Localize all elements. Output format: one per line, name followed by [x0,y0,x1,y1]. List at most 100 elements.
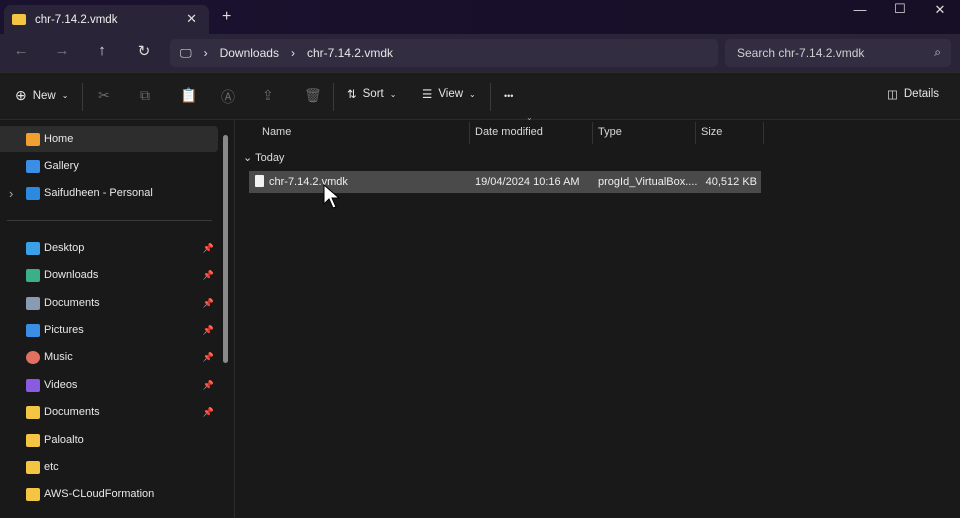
sidebar-item-desktop[interactable]: Desktop 📌 [0,235,218,261]
document-icon [26,297,40,310]
sidebar-item-home[interactable]: Home [0,126,218,152]
pin-icon[interactable]: 📌 [203,243,214,254]
column-header-size[interactable]: Size [701,120,722,144]
chevron-down-icon: ⌄ [469,90,476,99]
plus-circle-icon: ⊕ [15,87,27,104]
pin-icon[interactable]: 📌 [203,380,214,391]
sort-label: Sort [363,88,384,100]
search-icon: ⌕ [934,45,941,60]
copy-icon[interactable]: ⧉ [140,87,150,104]
view-label: View [438,88,463,100]
details-label: Details [904,88,939,100]
sort-indicator-icon: ⌄ [526,113,533,122]
delete-icon[interactable]: 🗑 [304,87,322,104]
download-icon [26,269,40,282]
search-placeholder: Search chr-7.14.2.vmdk [737,46,864,60]
column-header-type[interactable]: Type [598,120,622,144]
tab-title: chr-7.14.2.vmdk [35,14,117,26]
sidebar-item-paloalto[interactable]: Paloalto [0,427,218,453]
sidebar-item-label: Videos [44,379,77,391]
share-icon[interactable]: ⇪ [262,87,274,104]
navigation-bar: ← → ↑ ↻ 🖵 › Downloads › chr-7.14.2.vmdk … [0,34,960,72]
chevron-down-icon: ⌄ [390,90,397,99]
folder-icon [12,14,26,25]
view-button[interactable]: ☰ View ⌄ [422,87,476,101]
sort-button[interactable]: ⇅ Sort ⌄ [347,87,396,101]
pictures-icon [26,324,40,337]
folder-icon [26,434,40,447]
breadcrumb-downloads[interactable]: Downloads [220,46,279,60]
file-date: 19/04/2024 10:16 AM [475,176,580,188]
address-bar[interactable]: 🖵 › Downloads › chr-7.14.2.vmdk [170,39,718,67]
cut-icon[interactable]: ✂ [98,87,110,104]
mouse-cursor-icon [323,184,341,210]
back-button[interactable]: ← [9,42,33,59]
pin-icon[interactable]: 📌 [203,325,214,336]
sidebar-item-music[interactable]: Music 📌 [0,344,218,370]
sidebar-item-label: AWS-CLoudFormation [44,488,154,500]
chevron-right-icon: › [204,46,208,60]
folder-icon [26,488,40,501]
maximize-button[interactable]: ☐ [885,1,915,17]
new-button[interactable]: ⊕ New ⌄ [15,87,68,104]
expand-chevron-icon[interactable]: › [9,186,13,201]
chevron-down-icon: ⌄ [243,152,255,164]
sidebar-item-documents[interactable]: Documents 📌 [0,290,218,316]
tab-active[interactable]: chr-7.14.2.vmdk ✕ [4,5,209,34]
sidebar-item-label: Downloads [44,269,98,281]
sidebar-item-label: Pictures [44,324,84,336]
sidebar-item-gallery[interactable]: Gallery [0,153,218,179]
forward-button[interactable]: → [50,42,74,59]
sidebar-item-label: Documents [44,297,100,309]
file-icon [255,175,264,187]
pin-icon[interactable]: 📌 [203,270,214,281]
sidebar-item-label: Documents [44,406,100,418]
sidebar-item-downloads[interactable]: Downloads 📌 [0,262,218,288]
details-button[interactable]: ◫ Details [887,87,939,101]
chevron-right-icon: › [291,46,295,60]
pin-icon[interactable]: 📌 [203,352,214,363]
sidebar-item-label: Desktop [44,242,84,254]
group-header-today[interactable]: ⌄ Today [243,151,284,164]
view-icon: ☰ [422,87,432,101]
sort-icon: ⇅ [347,87,357,101]
sidebar-item-label: Paloalto [44,434,84,446]
new-tab-button[interactable]: + [222,8,231,26]
sidebar-scrollbar[interactable] [223,135,228,363]
details-pane-icon: ◫ [887,87,898,101]
command-bar: ⊕ New ⌄ ✂ ⧉ 📋 Ⓐ ⇪ 🗑 ⇅ Sort ⌄ ☰ View ⌄ ••• ◫ Det… [0,72,960,120]
home-icon [26,133,40,146]
sidebar-item-label: Home [44,133,73,145]
search-input[interactable]: Search chr-7.14.2.vmdk ⌕ [725,39,951,67]
sidebar-item-pictures[interactable]: Pictures 📌 [0,317,218,343]
folder-icon [26,406,40,419]
close-window-button[interactable]: ✕ [925,2,955,18]
new-label: New [33,90,56,102]
chevron-down-icon: ⌄ [62,91,69,100]
sidebar-item-documents[interactable]: Documents 📌 [0,399,218,425]
sidebar-item-label: Music [44,351,73,363]
close-tab-button[interactable]: ✕ [186,11,197,27]
sidebar-item-etc[interactable]: etc [0,454,218,480]
sidebar-item-aws-cloudformation[interactable]: AWS-CLoudFormation [0,481,218,507]
group-label: Today [255,152,284,164]
pin-icon[interactable]: 📌 [203,407,214,418]
column-header-date[interactable]: Date modified [475,120,543,144]
sidebar-item-label: Saifudheen - Personal [44,187,153,199]
more-options-button[interactable]: ••• [504,91,513,101]
rename-icon[interactable]: Ⓐ [221,87,235,107]
sidebar-item-saifudheen-personal[interactable]: › Saifudheen - Personal [0,180,218,206]
up-button[interactable]: ↑ [90,42,114,59]
breadcrumb-file[interactable]: chr-7.14.2.vmdk [307,46,393,60]
paste-icon[interactable]: 📋 [180,87,197,104]
desktop-icon [26,242,40,255]
column-header-name[interactable]: Name [262,120,291,144]
pin-icon[interactable]: 📌 [203,298,214,309]
cloud-icon [26,187,40,200]
sidebar-item-videos[interactable]: Videos 📌 [0,372,218,398]
folder-icon [26,461,40,474]
music-icon [26,351,40,364]
gallery-icon [26,160,40,173]
minimize-button[interactable]: — [845,2,875,17]
refresh-button[interactable]: ↻ [132,42,156,60]
